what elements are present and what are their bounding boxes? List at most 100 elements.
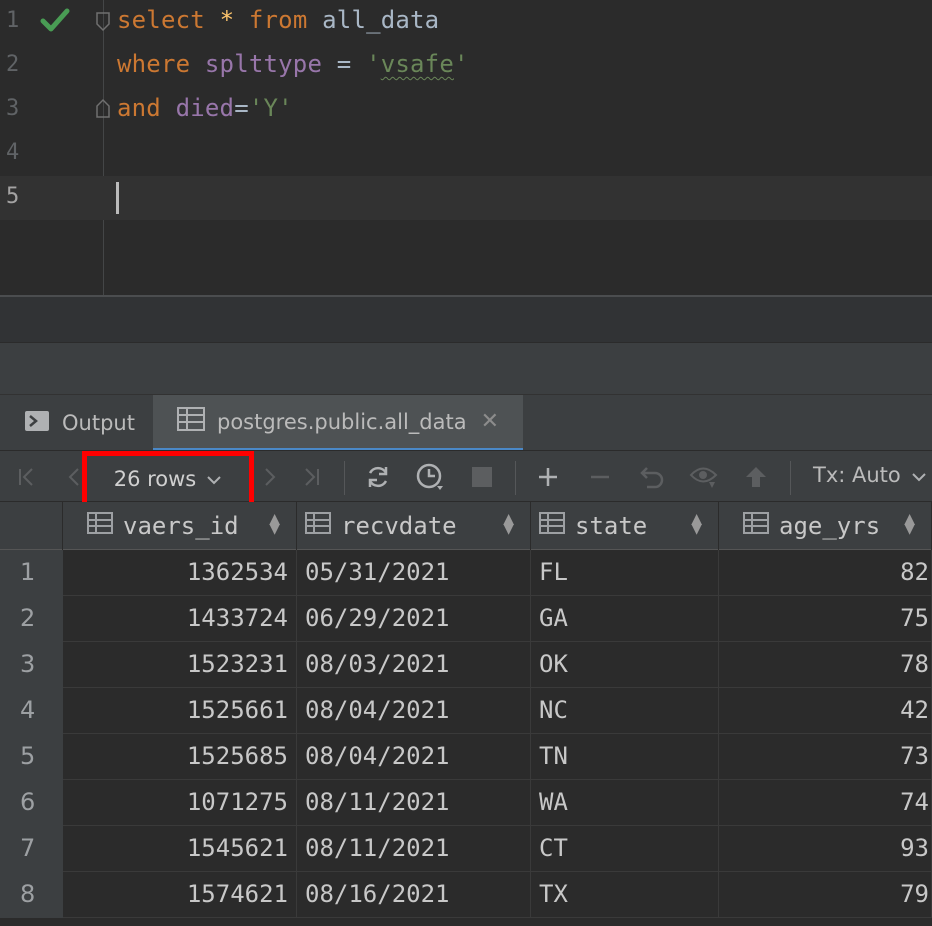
revert-icon[interactable] <box>634 459 670 495</box>
transaction-mode-selector[interactable]: Tx: Auto <box>813 463 927 487</box>
cell-recvdate[interactable]: 08/03/2021 <box>297 642 531 688</box>
refresh-icon[interactable] <box>360 459 396 495</box>
table-row[interactable]: 2 1433724 06/29/2021 GA 75 <box>0 596 932 642</box>
code-text: where splttype = 'vsafe' <box>117 50 469 78</box>
table-row[interactable]: 5 1525685 08/04/2021 TN 73 <box>0 734 932 780</box>
cell-age-yrs[interactable]: 42 <box>719 688 932 734</box>
sort-icon[interactable]: ▲ ▼ <box>904 512 915 536</box>
table-row[interactable]: 8 1574621 08/16/2021 TX 79 <box>0 872 932 918</box>
table-row[interactable]: 4 1525661 08/04/2021 NC 42 <box>0 688 932 734</box>
cell-vaers-id[interactable]: 1574621 <box>63 872 297 918</box>
table-row[interactable]: 7 1545621 08/11/2021 CT 93 <box>0 826 932 872</box>
first-page-icon[interactable] <box>8 459 44 495</box>
cell-age-yrs[interactable]: 93 <box>719 826 932 872</box>
preview-changes-icon[interactable] <box>686 459 722 495</box>
cell-recvdate[interactable]: 06/29/2021 <box>297 596 531 642</box>
cell-recvdate[interactable]: 08/11/2021 <box>297 826 531 872</box>
cell-state[interactable]: OK <box>531 642 719 688</box>
delete-row-icon[interactable] <box>582 459 618 495</box>
cell-state[interactable]: NC <box>531 688 719 734</box>
cell-age-yrs[interactable]: 73 <box>719 734 932 780</box>
results-grid[interactable]: vaers_id ▲ ▼ recvdate ▲ ▼ state ▲ ▼ age_yrs… <box>0 502 932 926</box>
column-icon <box>539 512 565 540</box>
tab-all-data[interactable]: postgres.public.all_data ✕ <box>153 395 524 451</box>
row-count-label: 26 rows <box>113 467 197 491</box>
cell-state[interactable]: TN <box>531 734 719 780</box>
row-number[interactable]: 4 <box>0 688 63 734</box>
row-count-selector[interactable]: 26 rows <box>82 451 254 507</box>
sort-icon[interactable]: ▲ ▼ <box>691 512 702 536</box>
cell-recvdate[interactable]: 08/11/2021 <box>297 780 531 826</box>
corner-cell[interactable] <box>0 502 63 550</box>
table-row[interactable]: 3 1523231 08/03/2021 OK 78 <box>0 642 932 688</box>
sort-icon[interactable]: ▲ ▼ <box>269 512 280 536</box>
grid-header: vaers_id ▲ ▼ recvdate ▲ ▼ state ▲ ▼ age_yrs… <box>0 502 932 550</box>
results-tabs: Output postgres.public.all_data ✕ <box>0 394 932 451</box>
cell-state[interactable]: WA <box>531 780 719 826</box>
column-header-age-yrs[interactable]: age_yrs ▲ ▼ <box>719 502 932 550</box>
add-row-icon[interactable] <box>530 459 566 495</box>
panel-gap <box>0 297 932 342</box>
last-page-icon[interactable] <box>294 459 330 495</box>
code-line-2[interactable]: 2 where splttype = 'vsafe' <box>0 44 932 88</box>
row-number[interactable]: 5 <box>0 734 63 780</box>
tool-window-header <box>0 342 932 394</box>
cell-age-yrs[interactable]: 75 <box>719 596 932 642</box>
cell-vaers-id[interactable]: 1523231 <box>63 642 297 688</box>
fold-end-icon[interactable] <box>95 98 111 118</box>
row-number[interactable]: 7 <box>0 826 63 872</box>
column-label: vaers_id <box>123 512 239 540</box>
row-number[interactable]: 8 <box>0 872 63 918</box>
cell-age-yrs[interactable]: 82 <box>719 550 932 596</box>
tab-label: Output <box>62 411 135 435</box>
cell-recvdate[interactable]: 05/31/2021 <box>297 550 531 596</box>
column-header-state[interactable]: state ▲ ▼ <box>531 502 719 550</box>
cell-state[interactable]: GA <box>531 596 719 642</box>
column-label: age_yrs <box>779 512 881 540</box>
submit-icon[interactable] <box>738 459 774 495</box>
table-row[interactable]: 1 1362534 05/31/2021 FL 82 <box>0 550 932 596</box>
table-grid-icon <box>177 407 205 436</box>
cell-recvdate[interactable]: 08/04/2021 <box>297 734 531 780</box>
column-header-vaers-id[interactable]: vaers_id ▲ ▼ <box>63 502 297 550</box>
cell-age-yrs[interactable]: 74 <box>719 780 932 826</box>
transaction-mode-label: Tx: Auto <box>813 463 901 487</box>
column-icon <box>87 512 113 540</box>
next-page-icon[interactable] <box>252 459 288 495</box>
cell-recvdate[interactable]: 08/16/2021 <box>297 872 531 918</box>
chevron-down-icon <box>206 469 222 490</box>
fold-icon[interactable] <box>95 12 111 32</box>
cell-vaers-id[interactable]: 1525685 <box>63 734 297 780</box>
row-number[interactable]: 2 <box>0 596 63 642</box>
cell-vaers-id[interactable]: 1362534 <box>63 550 297 596</box>
sort-icon[interactable]: ▲ ▼ <box>503 512 514 536</box>
cell-vaers-id[interactable]: 1433724 <box>63 596 297 642</box>
cell-vaers-id[interactable]: 1525661 <box>63 688 297 734</box>
code-line-4[interactable]: 4 <box>0 132 932 176</box>
cell-age-yrs[interactable]: 79 <box>719 872 932 918</box>
tab-output[interactable]: Output <box>24 395 153 451</box>
code-line-1[interactable]: 1 select * from all_data <box>0 0 932 44</box>
cell-vaers-id[interactable]: 1545621 <box>63 826 297 872</box>
sql-editor[interactable]: 1 select * from all_data 2 where splttyp… <box>0 0 932 295</box>
stop-icon[interactable] <box>464 459 500 495</box>
line-number: 5 <box>6 184 20 209</box>
cell-recvdate[interactable]: 08/04/2021 <box>297 688 531 734</box>
cell-vaers-id[interactable]: 1071275 <box>63 780 297 826</box>
cell-age-yrs[interactable]: 78 <box>719 642 932 688</box>
history-clock-icon[interactable] <box>412 459 448 495</box>
column-header-recvdate[interactable]: recvdate ▲ ▼ <box>297 502 531 550</box>
column-label: state <box>575 512 648 540</box>
row-number[interactable]: 1 <box>0 550 63 596</box>
cell-state[interactable]: TX <box>531 872 719 918</box>
code-line-3[interactable]: 3 and died='Y' <box>0 88 932 132</box>
check-icon[interactable] <box>40 6 70 34</box>
code-line-5[interactable]: 5 <box>0 176 932 220</box>
close-icon[interactable]: ✕ <box>481 409 499 434</box>
row-number[interactable]: 6 <box>0 780 63 826</box>
toolbar-separator <box>790 461 791 495</box>
cell-state[interactable]: FL <box>531 550 719 596</box>
table-row[interactable]: 6 1071275 08/11/2021 WA 74 <box>0 780 932 826</box>
cell-state[interactable]: CT <box>531 826 719 872</box>
row-number[interactable]: 3 <box>0 642 63 688</box>
